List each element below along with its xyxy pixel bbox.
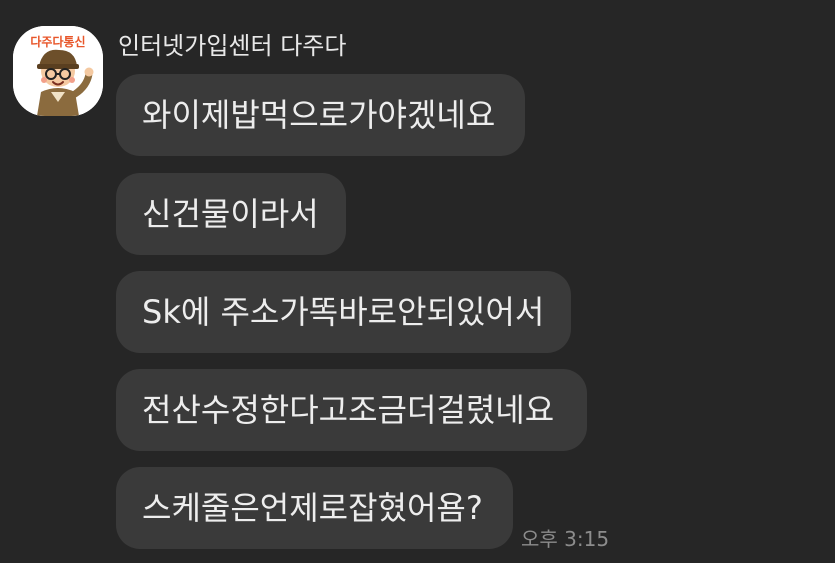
message-bubble[interactable]: 신건물이라서 (116, 173, 346, 255)
sender-avatar[interactable]: 다주다통신 (13, 26, 103, 116)
message-bubble[interactable]: 스케줄은언제로잡혔어욤? (116, 467, 513, 549)
message-bubble[interactable]: 전산수정한다고조금더걸렸네요 (116, 369, 587, 451)
sender-name: 인터넷가입센터 다주다 (118, 32, 347, 60)
cartoon-mascot-icon: 다주다통신 (13, 26, 103, 116)
brand-logo-text: 다주다통신 (30, 34, 85, 49)
message-bubble[interactable]: 와이제밥먹으로가야겠네요 (116, 74, 525, 156)
message-bubble[interactable]: Sk에 주소가똑바로안되있어서 (116, 271, 571, 353)
chat-area: 다주다통신 인터넷가입센터 다주다 와이제밥먹으로가야겠네요 신건물이라서 Sk… (0, 0, 835, 563)
message-timestamp: 오후 3:15 (521, 527, 610, 551)
